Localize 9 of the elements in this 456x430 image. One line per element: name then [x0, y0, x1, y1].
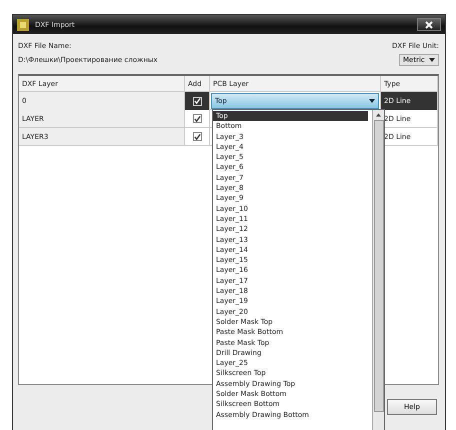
scroll-up-icon[interactable] [376, 113, 381, 117]
caret-icon [429, 58, 435, 62]
close-button[interactable] [417, 18, 441, 31]
app-icon [17, 18, 29, 30]
scrollbar[interactable] [372, 110, 384, 430]
checkbox[interactable] [192, 132, 202, 141]
checkbox[interactable] [192, 114, 202, 123]
close-icon [425, 20, 433, 28]
caret-icon [369, 99, 375, 103]
